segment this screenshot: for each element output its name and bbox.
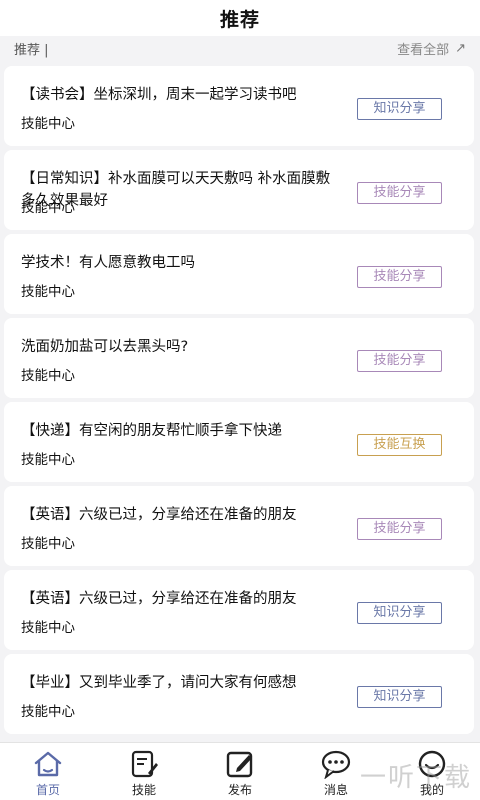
tab-label: 消息	[323, 783, 348, 797]
message-icon	[319, 748, 353, 780]
bottom-tab-bar: 首页 技能 发布 消息 我的	[0, 742, 480, 800]
tab-profile[interactable]: 我的	[384, 743, 480, 800]
post-category: 技能中心	[21, 536, 75, 552]
tab-publish[interactable]: 发布	[192, 743, 288, 800]
post-tag: 知识分享	[357, 602, 442, 624]
post-card[interactable]: 【日常知识】补水面膜可以天天敷吗 补水面膜敷多久效果最好 技能中心 技能分享	[4, 150, 474, 230]
skill-edit-icon	[127, 748, 161, 780]
post-card[interactable]: 【快递】有空闲的朋友帮忙顺手拿下快递 技能中心 技能互换	[4, 402, 474, 482]
post-card[interactable]: 【毕业】又到毕业季了，请问大家有何感想 技能中心 知识分享	[4, 654, 474, 734]
post-tag: 技能互换	[357, 434, 442, 456]
profile-icon	[415, 748, 449, 780]
post-title: 【毕业】又到毕业季了，请问大家有何感想	[21, 675, 297, 691]
tab-label: 技能	[131, 783, 156, 797]
post-category: 技能中心	[21, 620, 75, 636]
post-title: 【英语】六级已过，分享给还在准备的朋友	[21, 591, 297, 607]
tab-skills[interactable]: 技能	[96, 743, 192, 800]
arrow-icon: ↗	[455, 40, 466, 56]
post-tag: 知识分享	[357, 686, 442, 708]
post-title: 学技术！有人愿意教电工吗	[21, 255, 195, 271]
tab-messages[interactable]: 消息	[288, 743, 384, 800]
tab-label: 发布	[227, 783, 252, 797]
home-icon	[31, 748, 65, 780]
view-all-link[interactable]: 查看全部 ↗	[397, 39, 466, 58]
section-header: 推荐 | 查看全部 ↗	[0, 36, 480, 60]
post-tag: 技能分享	[357, 182, 442, 204]
post-tag: 知识分享	[357, 98, 442, 120]
view-all-label: 查看全部	[397, 42, 450, 58]
post-category: 技能中心	[21, 452, 75, 468]
tab-label: 首页	[35, 783, 60, 797]
publish-icon	[223, 748, 257, 780]
post-tag: 技能分享	[357, 350, 442, 372]
post-category: 技能中心	[21, 368, 75, 384]
post-category: 技能中心	[21, 704, 75, 720]
tab-home[interactable]: 首页	[0, 743, 96, 800]
post-card[interactable]: 洗面奶加盐可以去黑头吗? 技能中心 技能分享	[4, 318, 474, 398]
post-title: 【英语】六级已过，分享给还在准备的朋友	[21, 507, 297, 523]
post-card[interactable]: 【读书会】坐标深圳，周末一起学习读书吧 技能中心 知识分享	[4, 66, 474, 146]
post-card[interactable]: 【英语】六级已过，分享给还在准备的朋友 技能中心 技能分享	[4, 486, 474, 566]
post-tag: 技能分享	[357, 266, 442, 288]
post-tag: 技能分享	[357, 518, 442, 540]
page-title: 推荐	[219, 8, 260, 31]
top-bar: 推荐	[0, 0, 480, 36]
post-title: 【快递】有空闲的朋友帮忙顺手拿下快递	[21, 423, 282, 439]
post-category: 技能中心	[21, 200, 75, 216]
post-category: 技能中心	[21, 116, 75, 132]
post-card[interactable]: 【英语】六级已过，分享给还在准备的朋友 技能中心 知识分享	[4, 570, 474, 650]
tab-label: 我的	[419, 783, 444, 797]
post-card[interactable]: 学技术！有人愿意教电工吗 技能中心 技能分享	[4, 234, 474, 314]
post-title: 洗面奶加盐可以去黑头吗?	[21, 339, 189, 355]
post-title: 【读书会】坐标深圳，周末一起学习读书吧	[21, 87, 297, 103]
section-label: 推荐 |	[14, 42, 49, 58]
post-category: 技能中心	[21, 284, 75, 300]
